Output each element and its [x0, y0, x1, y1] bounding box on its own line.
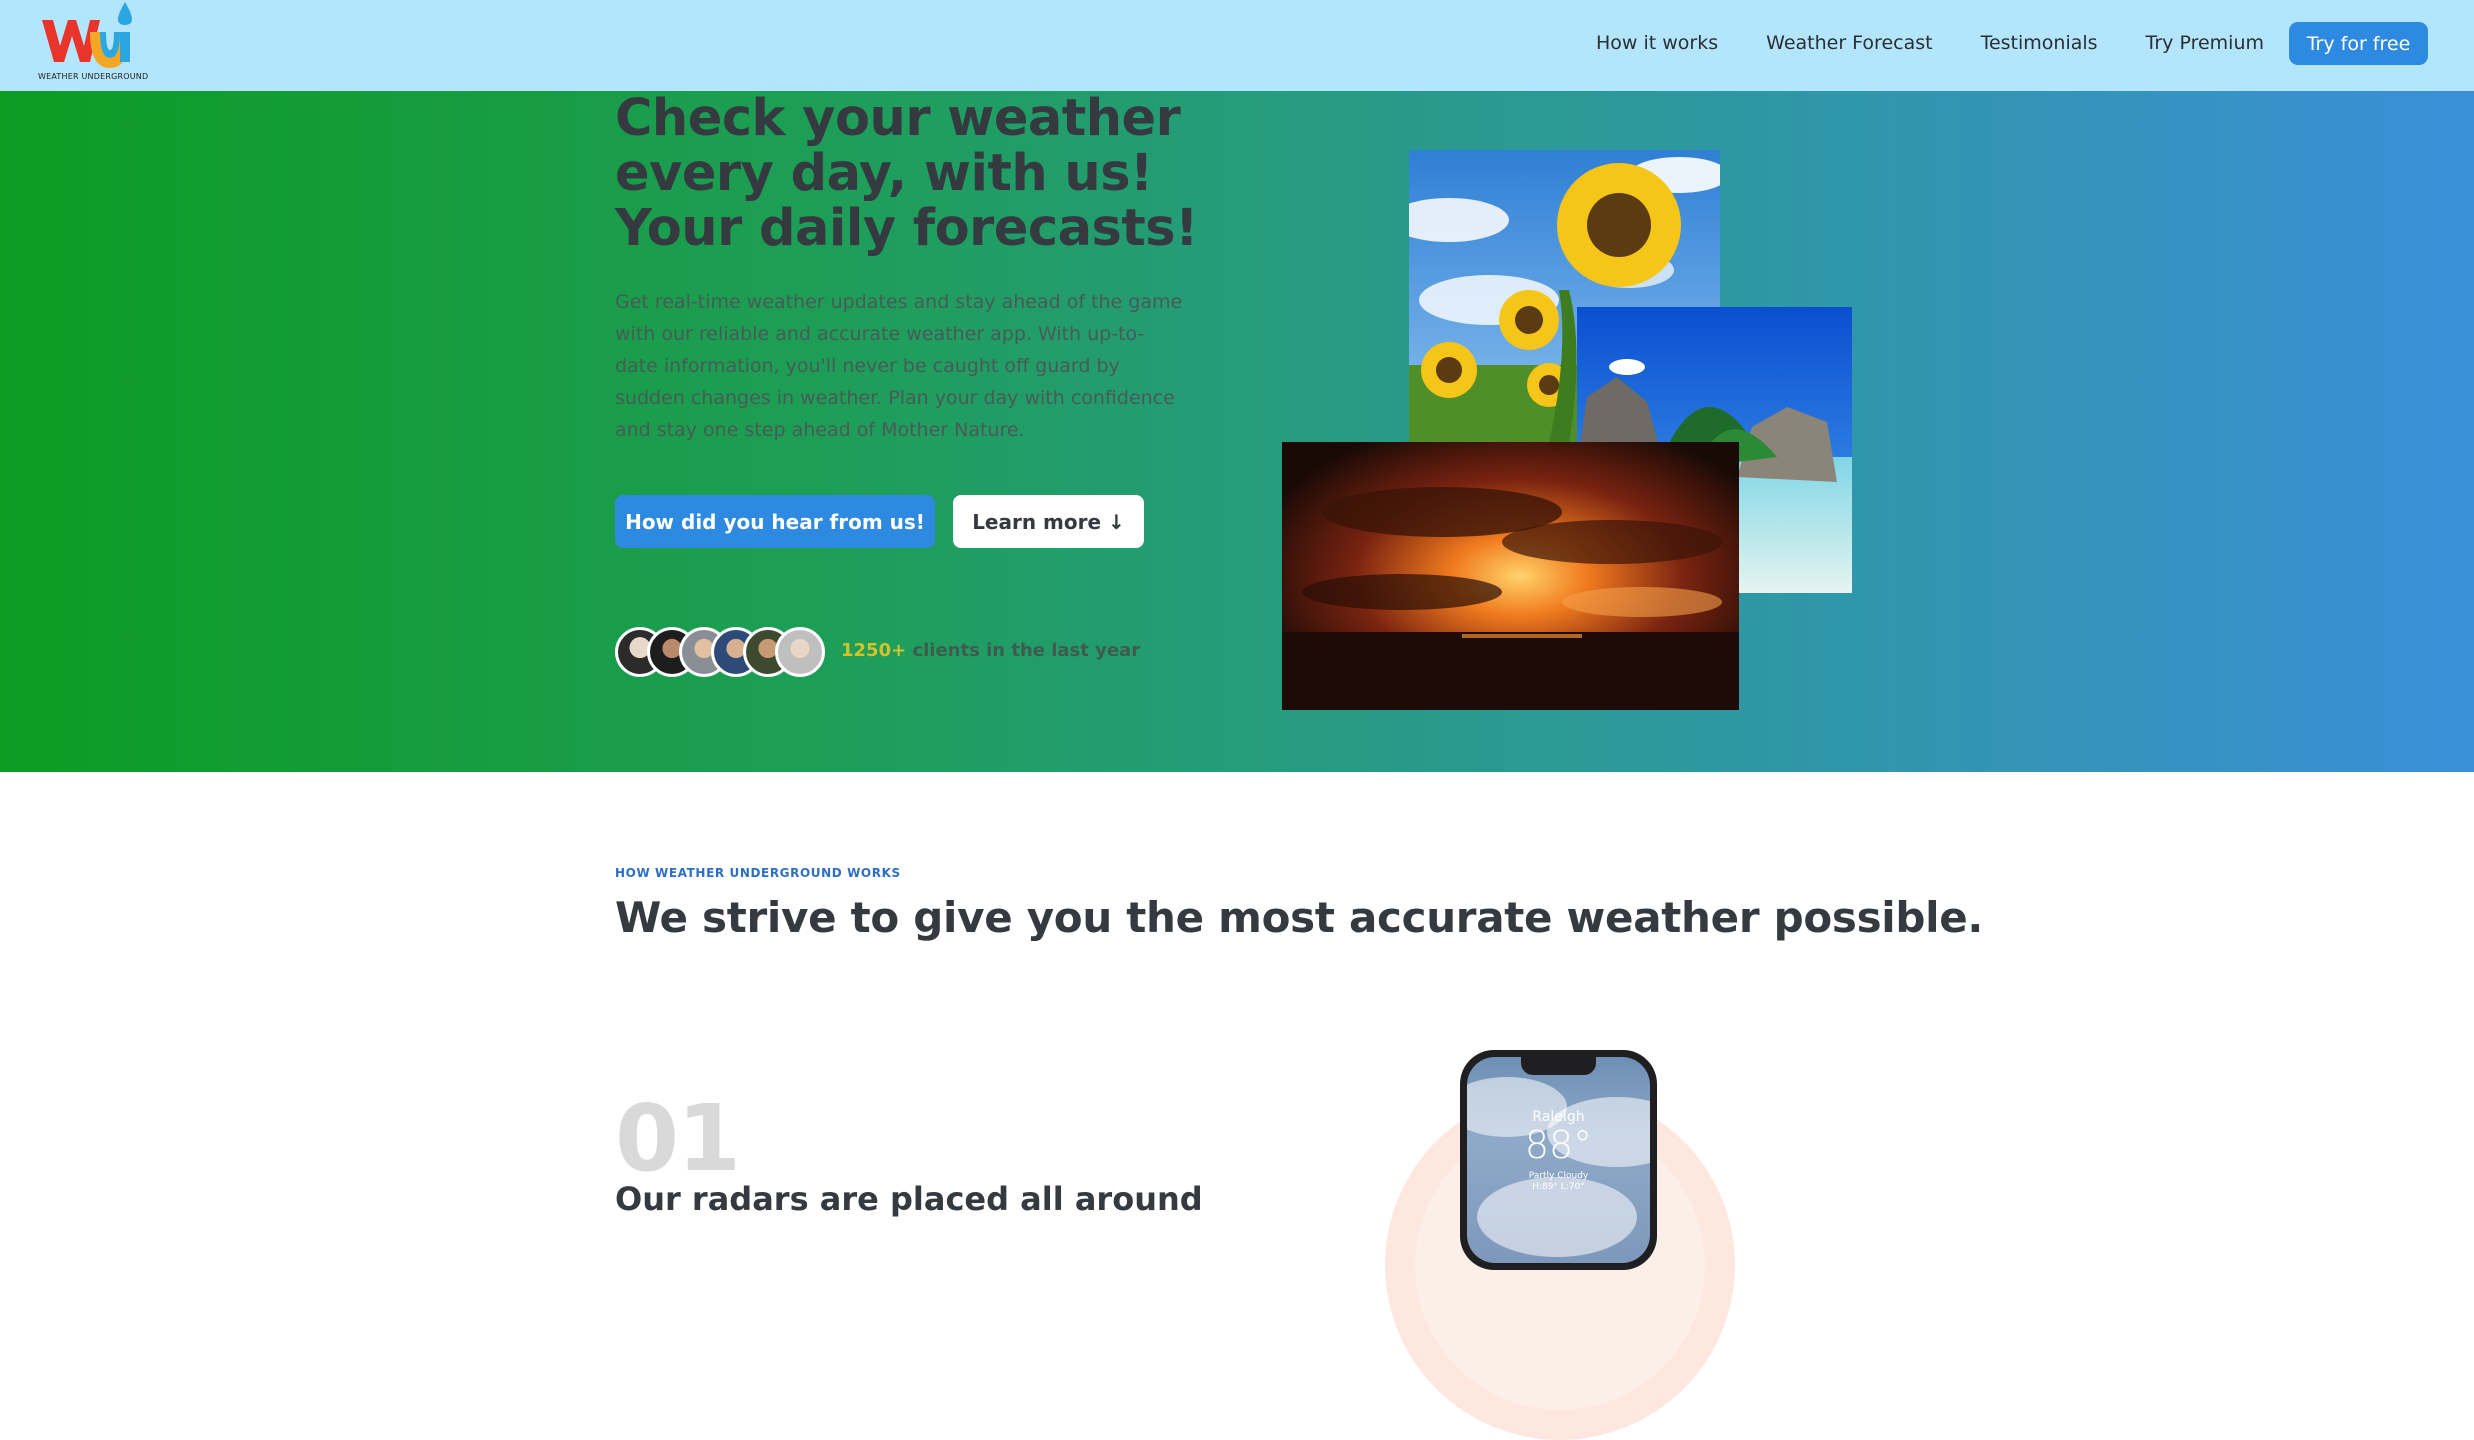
clients-count: 1250+ [841, 640, 907, 661]
nav-link-how-it-works[interactable]: How it works [1596, 32, 1718, 54]
nav-links: How it works Weather Forecast Testimonia… [1596, 0, 2264, 86]
phone-mockup: Raleigh 88° Partly Cloudy H:89° L:70° [1460, 1050, 1657, 1270]
section-title: We strive to give you the most accurate … [615, 893, 1984, 942]
hero-title: Check your weather every day, with us! Y… [615, 91, 1235, 256]
logo-text: WEATHER UNDERGROUND [38, 72, 149, 81]
step-title: Our radars are placed all around [615, 1180, 1203, 1218]
sunset-image [1282, 442, 1739, 710]
avatar [775, 627, 825, 677]
nav-link-testimonials[interactable]: Testimonials [1981, 32, 2098, 54]
client-avatars [615, 627, 825, 677]
hero-description: Get real-time weather updates and stay a… [615, 291, 1183, 441]
clients-stat: 1250+ clients in the last year [841, 640, 1140, 661]
nav-link-try-premium[interactable]: Try Premium [2146, 32, 2264, 54]
wu-logo-icon [42, 2, 132, 68]
top-navbar: WEATHER UNDERGROUND How it works Weather… [0, 0, 2474, 91]
try-for-free-button[interactable]: Try for free [2289, 22, 2428, 65]
hero-title-line-2: every day, with us! [615, 144, 1153, 203]
section-subheading: HOW WEATHER UNDERGROUND WORKS [615, 866, 901, 880]
hero-section: Check your weather every day, with us! Y… [0, 91, 2474, 772]
nav-link-weather-forecast[interactable]: Weather Forecast [1766, 32, 1932, 54]
clients-text: clients in the last year [912, 640, 1141, 661]
how-did-you-hear-button[interactable]: How did you hear from us! [615, 495, 935, 548]
learn-more-button[interactable]: Learn more ↓ [953, 495, 1144, 548]
phone-condition: Partly Cloudy [1528, 1171, 1589, 1181]
phone-notch [1521, 1057, 1596, 1075]
phone-high-low: H:89° L:70° [1532, 1182, 1585, 1192]
phone-temperature: 88° [1524, 1123, 1593, 1167]
hero-title-line-1: Check your weather [615, 89, 1181, 148]
weather-underground-logo[interactable]: WEATHER UNDERGROUND [38, 2, 149, 84]
step-number: 01 [615, 1085, 741, 1192]
hero-title-line-3: Your daily forecasts! [615, 199, 1198, 258]
phone-screen: Raleigh 88° Partly Cloudy H:89° L:70° [1467, 1057, 1650, 1263]
